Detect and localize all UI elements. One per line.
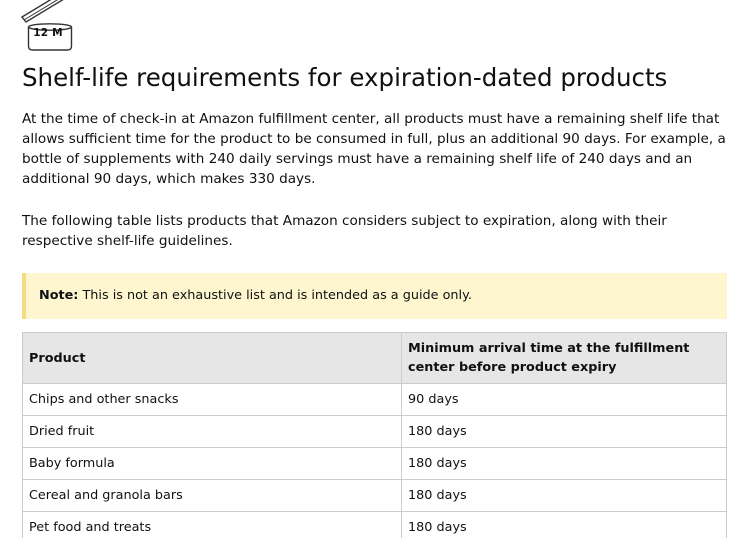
table-row: Chips and other snacks 90 days	[22, 383, 727, 416]
table-row: Baby formula 180 days	[22, 447, 727, 480]
product-cell: Chips and other snacks	[22, 383, 402, 416]
product-cell: Baby formula	[22, 447, 402, 480]
note-text: This is not an exhaustive list and is in…	[78, 288, 472, 303]
arrival-time-cell: 180 days	[401, 511, 727, 538]
header-minimum-arrival-time: Minimum arrival time at the fulfillment …	[401, 332, 727, 384]
note-callout: Note: This is not an exhaustive list and…	[22, 273, 727, 319]
arrival-time-cell: 180 days	[401, 415, 727, 448]
jar-icon-graphic	[20, 0, 73, 51]
intro-paragraph: At the time of check-in at Amazon fulfil…	[22, 111, 726, 187]
product-cell: Dried fruit	[22, 415, 402, 448]
arrival-time-cell: 90 days	[401, 383, 727, 416]
page-title: Shelf-life requirements for expiration-d…	[22, 63, 668, 92]
table-description-paragraph: The following table lists products that …	[22, 213, 667, 249]
arrival-time-cell: 180 days	[401, 479, 727, 512]
table-row: Cereal and granola bars 180 days	[22, 479, 727, 512]
table-row: Dried fruit 180 days	[22, 415, 727, 448]
product-cell: Pet food and treats	[22, 511, 402, 538]
product-cell: Cereal and granola bars	[22, 479, 402, 512]
jar-label: 12 M	[33, 27, 63, 39]
header-product: Product	[22, 332, 402, 384]
shelf-life-table: Product Minimum arrival time at the fulf…	[22, 332, 727, 538]
open-jar-12m-icon: 12 M	[20, 0, 80, 52]
arrival-time-cell: 180 days	[401, 447, 727, 480]
table-header-row: Product Minimum arrival time at the fulf…	[22, 332, 727, 384]
note-label: Note:	[39, 288, 79, 303]
table-row: Pet food and treats 180 days	[22, 511, 727, 538]
